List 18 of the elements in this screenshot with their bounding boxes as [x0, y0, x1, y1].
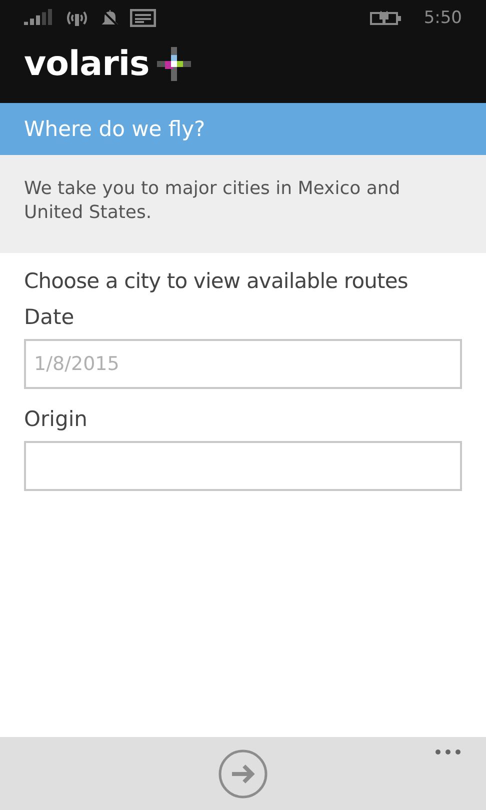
field-label: Date — [24, 305, 76, 329]
description-text: We take you to major cities in Mexico and United States. — [24, 177, 402, 225]
field-label: Origin — [24, 407, 88, 431]
battery-charging-icon — [370, 10, 402, 26]
signal-icon — [24, 9, 54, 27]
input-field[interactable] — [24, 441, 462, 491]
more-icon — [434, 747, 462, 757]
sparkle-logo-icon — [155, 45, 194, 83]
logo-text: volaris — [24, 44, 150, 84]
more-button[interactable] — [434, 747, 462, 757]
arrow-circle-icon — [218, 749, 268, 799]
input-field[interactable]: 1/8/2015 — [24, 339, 462, 389]
message-icon — [130, 9, 156, 27]
page-title: Where do we fly? — [24, 117, 206, 141]
form-heading: Choose a city to view available routes — [24, 269, 409, 293]
next-button[interactable] — [218, 749, 268, 799]
wifi-icon — [64, 9, 90, 27]
clock-time: 5:50 — [424, 8, 462, 28]
